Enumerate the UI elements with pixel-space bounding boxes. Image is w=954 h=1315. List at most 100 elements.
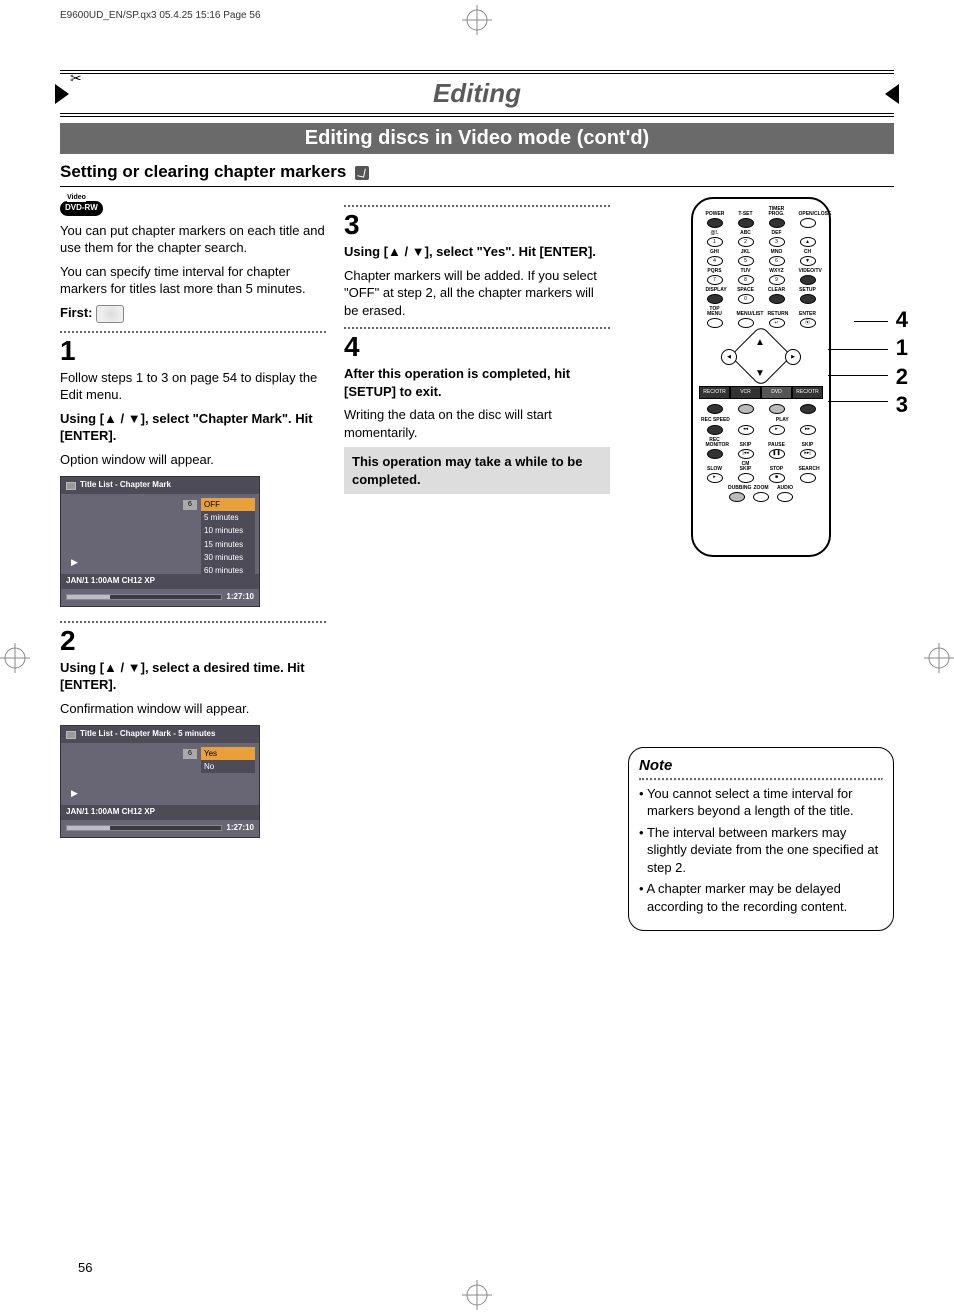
crop-mark-bottom [462, 1280, 492, 1310]
remote-button: ENTER⦿ [799, 312, 817, 328]
completion-notice: This operation may take a while to be co… [344, 447, 610, 494]
title-bar: Editing [60, 70, 894, 117]
remote-dpad: ▲ ▼ ◀ ▶ [721, 332, 801, 382]
dpad-right-icon: ▶ [785, 349, 801, 365]
remote-button [799, 403, 817, 414]
note-item-3: A chapter marker may be delayed accordin… [639, 880, 883, 915]
remote-button: ▲ [799, 236, 817, 247]
remote-button: GHI4 [706, 250, 724, 266]
remote-tab: DVD [761, 386, 792, 399]
remote-button: SKIP▸▸| [799, 443, 817, 459]
dpad-up-icon: ▲ [755, 336, 765, 350]
intro-paragraph-1: You can put chapter markers on each titl… [60, 222, 326, 257]
step-1-number: 1 [60, 337, 326, 365]
ui-menu-item-no: No [201, 760, 255, 773]
first-label: First: [60, 305, 93, 320]
callout-2: 2 [896, 364, 908, 390]
step-3-text-1: Using [▲ / ▼], select "Yes". Hit [ENTER]… [344, 243, 610, 261]
remote-button: SPACE0 [737, 288, 755, 304]
remote-button: CLEAR [768, 288, 786, 304]
ui-menu-item-10: 10 minutes [201, 524, 255, 537]
ui-title-icon [66, 482, 76, 490]
crop-mark-right [924, 643, 954, 673]
dvdrw-badge: Video DVD-RW [60, 201, 103, 216]
remote-button: TIMER PROG. [768, 207, 786, 228]
intro-paragraph-2: You can specify time interval for chapte… [60, 263, 326, 298]
ui-time: 1:27:10 [226, 592, 254, 603]
remote-button: CM SKIP [737, 462, 755, 483]
ui-progress-track [66, 594, 222, 600]
dpad-down-icon: ▼ [755, 367, 765, 381]
remote-button: TOP MENU [706, 307, 724, 328]
step-1-text-2: Using [▲ / ▼], select "Chapter Mark". Hi… [60, 410, 326, 445]
crop-mark-left [0, 643, 30, 673]
ui-menu-item-yes: Yes [201, 747, 255, 760]
remote-button: DISPLAY [706, 288, 724, 304]
section-heading-text: Setting or clearing chapter markers [60, 162, 346, 181]
remote-button: @!.1 [706, 231, 724, 247]
divider [60, 331, 326, 333]
dvdrw-badge-text: DVD-RW [65, 203, 98, 212]
remote-button: T-SET [737, 212, 755, 228]
remote-button: SKIP|◂◂ [737, 443, 755, 459]
remote-tab: REC/OTR [792, 386, 823, 399]
note-title: Note [639, 756, 672, 776]
step-1-text-3: Option window will appear. [60, 451, 326, 469]
divider [344, 205, 610, 207]
remote-button: OPEN/CLOSE [799, 212, 817, 228]
ui-time: 1:27:10 [226, 823, 254, 834]
page-number: 56 [78, 1260, 92, 1275]
remote-recspeed-label: REC SPEED [699, 417, 742, 424]
remote-button: AUDIO [776, 486, 794, 502]
step-4-number: 4 [344, 333, 610, 361]
remote-tab: REC/OTR [699, 386, 730, 399]
remote-button: PAUSE❚❚ [768, 443, 786, 459]
callout-line [828, 349, 888, 350]
remote-button: JKL5 [737, 250, 755, 266]
column-3: POWERT-SETTIMER PROG.OPEN/CLOSE @!.1ABC2… [628, 197, 894, 931]
divider [60, 621, 326, 623]
step-4-text-1: After this operation is completed, hit [… [344, 365, 610, 400]
remote-button: ▸ [768, 424, 786, 435]
remote-button: ZOOM [752, 486, 770, 502]
remote-button: SETUP [799, 288, 817, 304]
callout-line [828, 375, 888, 376]
remote-button: MNO6 [768, 250, 786, 266]
ui-menu-options: Yes No [201, 747, 255, 773]
remote-button [768, 403, 786, 414]
ui-menu-item-15: 15 minutes [201, 538, 255, 551]
remote-button: CH▼ [799, 250, 817, 266]
remote-button: DUBBING [728, 486, 746, 502]
play-icon: ▶ [71, 787, 78, 799]
disc-icon [96, 305, 124, 323]
remote-button: VIDEO/TV [799, 269, 817, 285]
callout-1: 1 [896, 335, 908, 361]
onscreen-ui-chapter-mark: Title List - Chapter Mark 6 OFF 5 minute… [60, 476, 260, 606]
ui-menu-item-off: OFF [201, 498, 255, 511]
step-3-number: 3 [344, 211, 610, 239]
note-divider [639, 778, 883, 781]
callout-4: 4 [896, 307, 908, 333]
note-item-1: You cannot select a time interval for ma… [639, 785, 883, 820]
play-icon: ▶ [71, 556, 78, 568]
section-icon [355, 166, 369, 180]
ui-info-line: JAN/1 1:00AM CH12 XP [61, 805, 259, 820]
callout-line [854, 321, 888, 322]
ui-title-icon [66, 731, 76, 739]
remote-button: WXYZ9 [768, 269, 786, 285]
step-1-text-1: Follow steps 1 to 3 on page 54 to displa… [60, 369, 326, 404]
ui-progress-track [66, 825, 222, 831]
remote-button: ◂◂ [737, 424, 755, 435]
remote-button: ▸▸ [799, 424, 817, 435]
callout-3: 3 [896, 392, 908, 418]
remote-play-label: PLAY [742, 417, 823, 424]
dvdrw-badge-top: Video [67, 193, 86, 202]
dpad-left-icon: ◀ [721, 349, 737, 365]
divider [344, 327, 610, 329]
step-2-number: 2 [60, 627, 326, 655]
step-2-text-2: Confirmation window will appear. [60, 700, 326, 718]
section-heading: Setting or clearing chapter markers [60, 162, 894, 187]
column-2: 3 Using [▲ / ▼], select "Yes". Hit [ENTE… [344, 197, 610, 931]
page-title: Editing [60, 78, 894, 109]
remote-button: REC MONITOR [706, 438, 724, 459]
